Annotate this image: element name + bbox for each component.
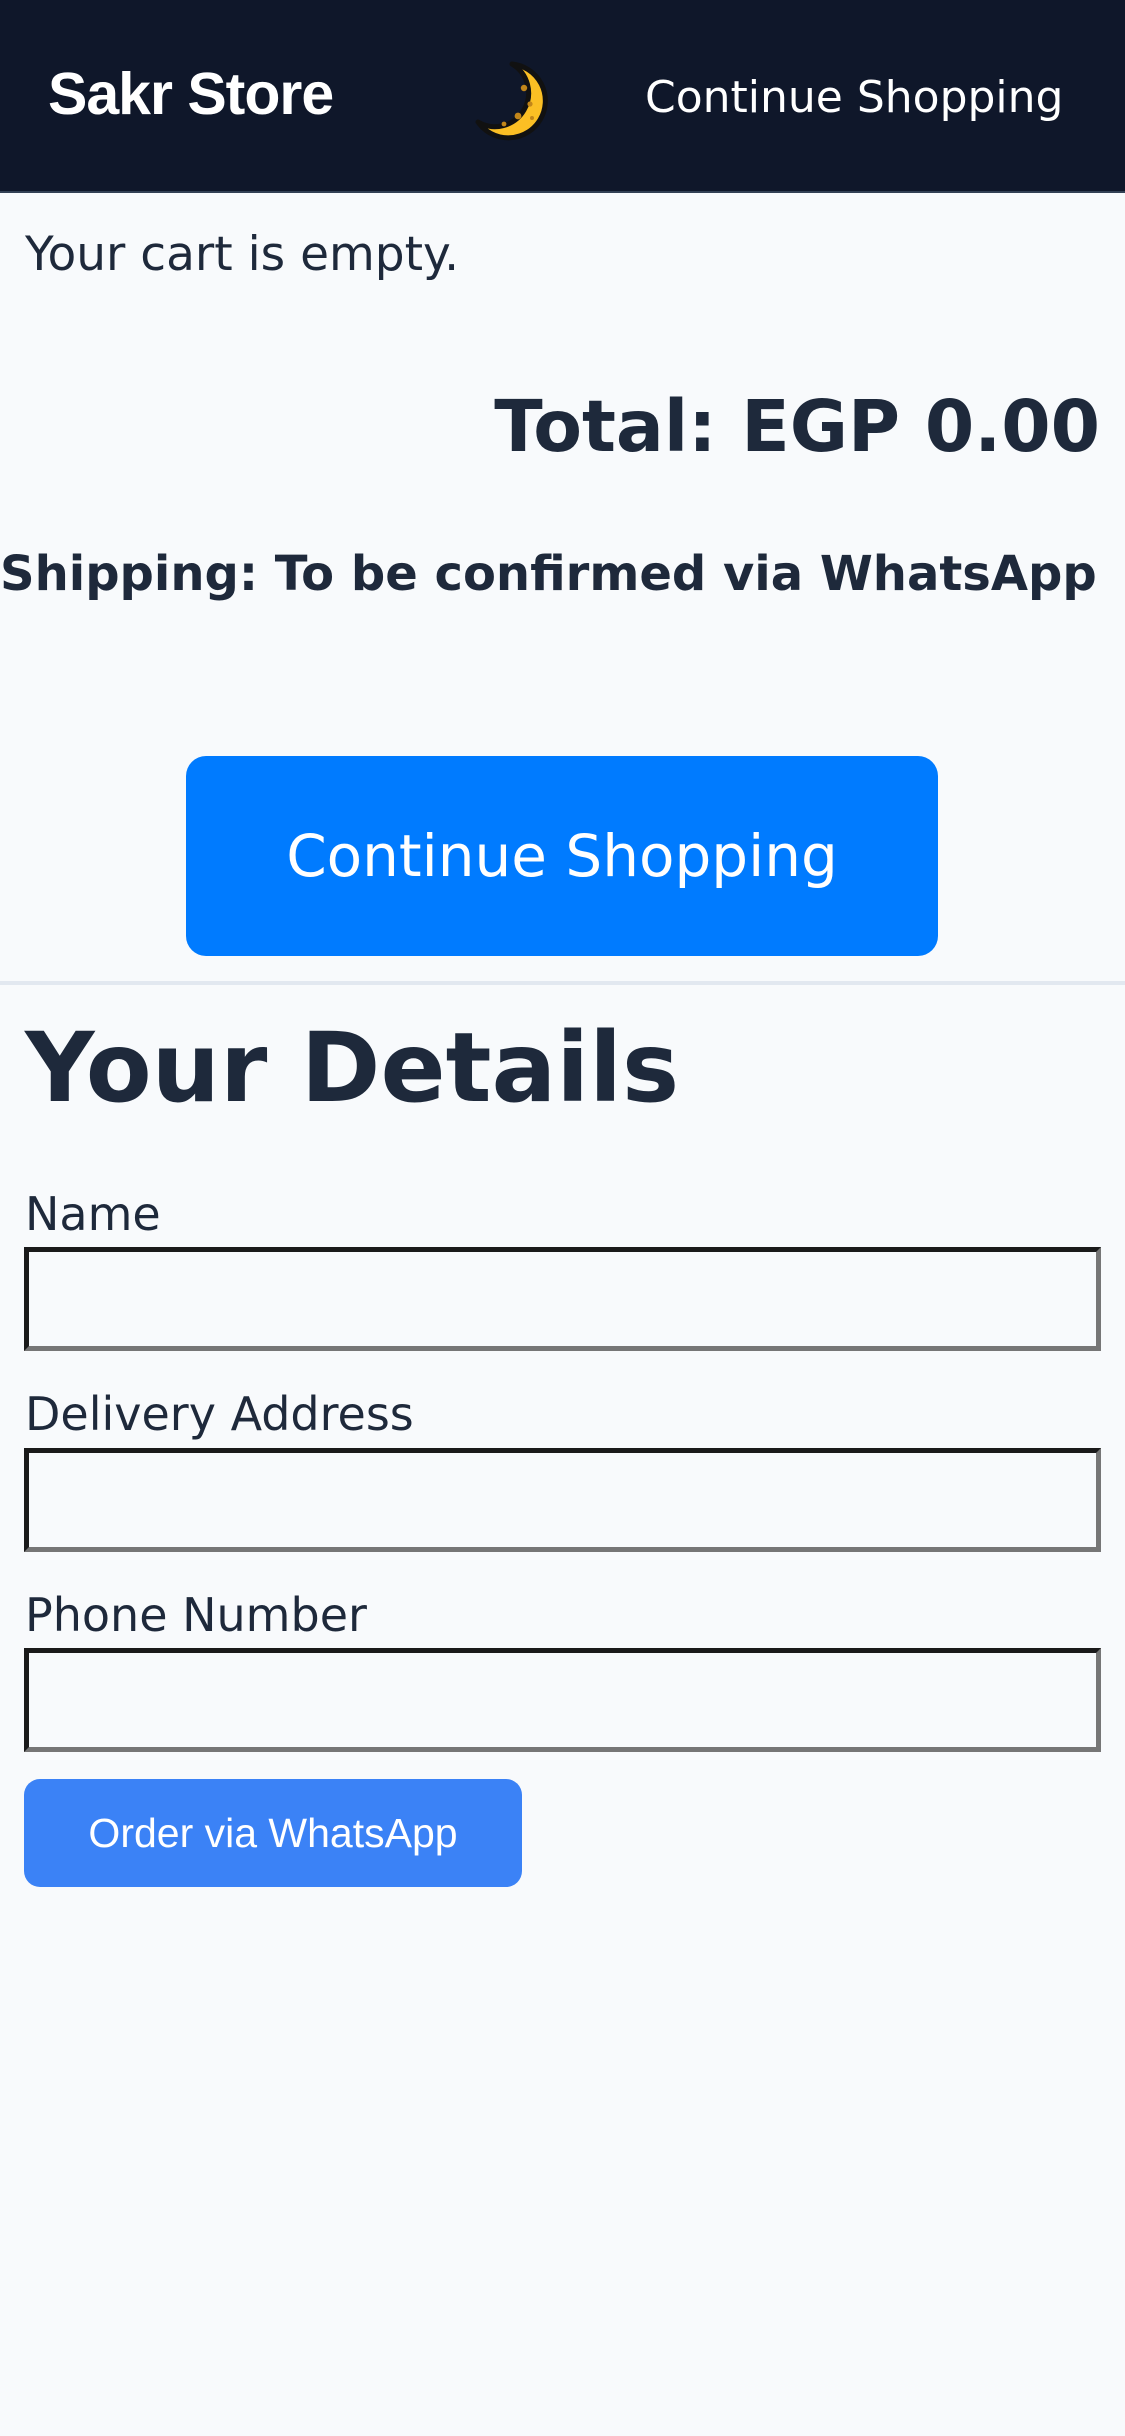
phone-number-input[interactable] — [24, 1648, 1101, 1752]
top-navbar: Sakr Store Continue Shopping — [0, 0, 1125, 193]
order-via-whatsapp-button[interactable]: Order via WhatsApp — [24, 1779, 522, 1887]
phone-number-label: Phone Number — [25, 1588, 367, 1642]
shipping-note: Shipping: To be confirmed via WhatsApp — [0, 546, 1097, 602]
section-divider — [0, 981, 1125, 985]
name-input[interactable] — [24, 1247, 1101, 1351]
continue-shopping-button[interactable]: Continue Shopping — [186, 756, 938, 956]
delivery-address-label: Delivery Address — [25, 1387, 414, 1441]
delivery-address-input[interactable] — [24, 1448, 1101, 1552]
continue-shopping-link[interactable]: Continue Shopping — [645, 68, 1063, 128]
name-label: Name — [25, 1187, 161, 1241]
cart-total: Total: EGP 0.00 — [494, 385, 1100, 468]
empty-cart-message: Your cart is empty. — [25, 227, 460, 282]
details-heading: Your Details — [25, 1012, 680, 1124]
brand-logo[interactable]: Sakr Store — [48, 58, 334, 130]
crescent-moon-icon — [475, 61, 548, 141]
theme-toggle-button[interactable] — [468, 58, 552, 142]
